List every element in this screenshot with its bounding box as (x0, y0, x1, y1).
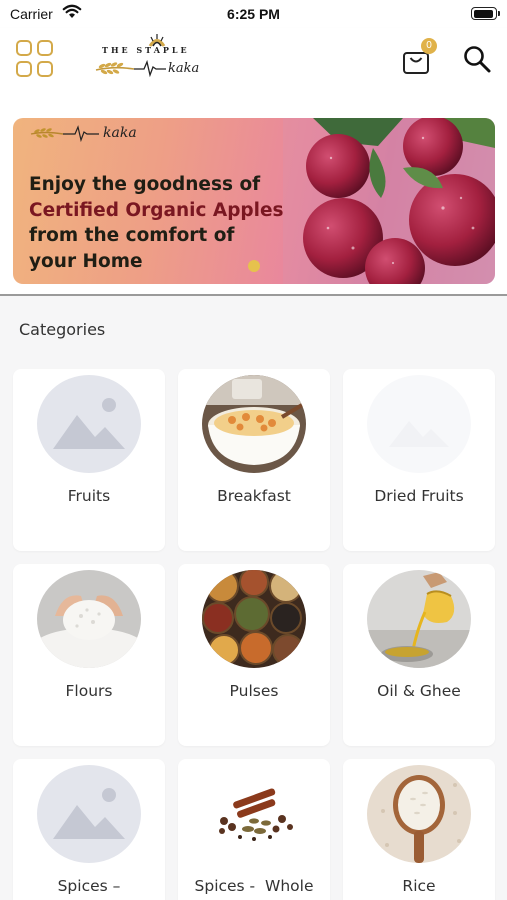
oil-pour-photo (367, 570, 471, 668)
banner-headline-line3: from the comfort of (29, 225, 235, 246)
category-card-dried-fruits[interactable]: Dried Fruits (343, 369, 495, 551)
category-label: Rice (402, 877, 436, 895)
banner-headline-line1: Enjoy the goodness of (29, 174, 261, 195)
category-card-rice[interactable]: Rice (343, 759, 495, 900)
category-label: Oil & Ghee (377, 682, 461, 700)
svg-text:kaka: kaka (103, 125, 137, 141)
status-bar: Carrier 6:25 PM (0, 0, 507, 28)
category-card-spices-whole[interactable]: Spices - Whole (178, 759, 330, 900)
category-card-oil-ghee[interactable]: Oil & Ghee (343, 564, 495, 746)
banner-headline-line4: your Home (29, 250, 143, 272)
banner-headline-line2: Certified Organic Apples (29, 199, 284, 221)
pulses-bowls-photo (202, 570, 306, 668)
category-label: Flours (65, 682, 113, 700)
categories-heading: Categories (19, 320, 106, 339)
cart-count-badge: 0 (421, 38, 437, 54)
placeholder-image-icon (37, 375, 141, 473)
whole-spices-photo (202, 765, 306, 863)
search-icon[interactable] (462, 44, 492, 74)
rice-scoop-photo (367, 765, 471, 863)
category-card-flours[interactable]: Flours (13, 564, 165, 746)
app-header: THE STAPLE kaka 0 (0, 28, 507, 94)
battery-icon (471, 7, 500, 20)
grid-menu-icon[interactable] (16, 40, 56, 80)
status-time: 6:25 PM (227, 6, 280, 22)
category-card-breakfast[interactable]: Breakfast (178, 369, 330, 551)
category-card-pulses[interactable]: Pulses (178, 564, 330, 746)
svg-text:THE STAPLE: THE STAPLE (102, 45, 190, 55)
banner-section: kaka Enjoy the goodness of Certified Org… (0, 94, 507, 296)
svg-text:kaka: kaka (168, 61, 199, 76)
category-label: Breakfast (217, 487, 291, 505)
apples-photo (283, 118, 495, 284)
category-label: Dried Fruits (374, 487, 464, 505)
faded-placeholder (367, 375, 471, 473)
banner-brand-logo: kaka (30, 125, 137, 143)
flour-hands-photo (37, 570, 141, 668)
placeholder-image-icon (37, 765, 141, 863)
banner-headline: Enjoy the goodness of Certified Organic … (29, 172, 309, 274)
breakfast-bowl-photo (202, 375, 306, 473)
category-card-fruits[interactable]: Fruits (13, 369, 165, 551)
brand-logo[interactable]: THE STAPLE kaka (92, 32, 214, 84)
category-label: Pulses (229, 682, 279, 700)
category-label: Spices - Whole (194, 877, 314, 895)
promo-banner[interactable]: kaka Enjoy the goodness of Certified Org… (13, 118, 495, 284)
category-label: Spices – (57, 877, 121, 895)
category-card-spices[interactable]: Spices – (13, 759, 165, 900)
category-label: Fruits (67, 487, 111, 505)
carousel-indicator[interactable] (248, 260, 260, 272)
